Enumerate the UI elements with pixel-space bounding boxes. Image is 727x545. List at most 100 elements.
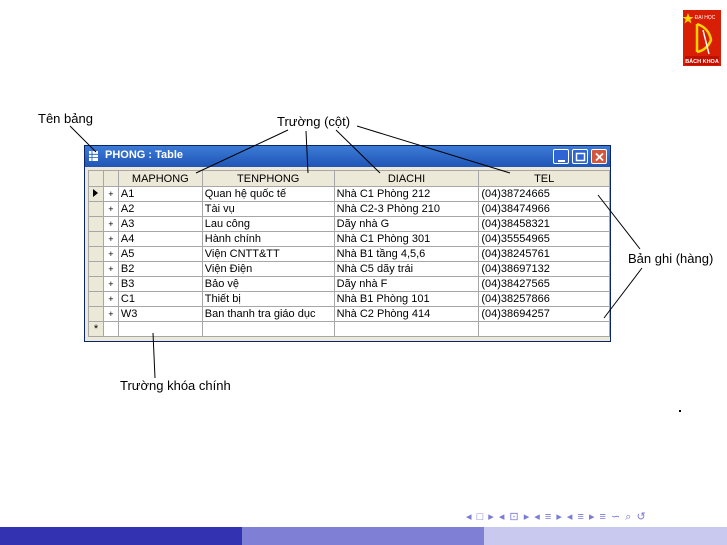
cell-tenphong[interactable]: Tài vụ: [201, 201, 335, 217]
cell-maphong[interactable]: A2: [117, 201, 203, 217]
cell-tenphong[interactable]: Thiết bị: [201, 291, 335, 307]
cell-tenphong[interactable]: Viện CNTT&TT: [201, 246, 335, 262]
cell-tel[interactable]: (04)38427565: [478, 276, 610, 292]
grid-corner[interactable]: [88, 170, 104, 187]
table-name-label: Tên bảng: [38, 111, 93, 126]
cell-tel[interactable]: (04)35554965: [478, 231, 610, 247]
footer-segment-1: [0, 527, 242, 545]
cell-maphong[interactable]: A3: [117, 216, 203, 232]
cell-diachi[interactable]: Nhà C1 Phòng 212: [333, 186, 480, 202]
row-selector[interactable]: [88, 276, 104, 292]
table-icon: [89, 151, 98, 161]
cell-maphong[interactable]: A1: [117, 186, 203, 202]
minimize-icon: [558, 160, 565, 162]
new-record-cell[interactable]: [117, 321, 203, 337]
cell-tenphong[interactable]: Bảo vệ: [201, 276, 335, 292]
cell-tenphong[interactable]: Viện Điện: [201, 261, 335, 277]
new-record-cell[interactable]: [102, 321, 119, 337]
new-record-row[interactable]: *: [88, 321, 610, 337]
logo-text-top: ĐẠI HỌC: [695, 15, 716, 21]
table-row[interactable]: + A2 Tài vụ Nhà C2-3 Phòng 210 (04)38474966: [88, 201, 610, 217]
cell-maphong[interactable]: B2: [117, 261, 203, 277]
expand-row-button[interactable]: +: [102, 306, 119, 322]
cell-tenphong[interactable]: Lau công: [201, 216, 335, 232]
cell-tel[interactable]: (04)38697132: [478, 261, 610, 277]
table-row[interactable]: + A3 Lau công Dãy nhà G (04)38458321: [88, 216, 610, 232]
row-selector[interactable]: [88, 216, 104, 232]
expand-row-button[interactable]: +: [102, 291, 119, 307]
bach-khoa-logo: ĐẠI HỌC BÁCH KHOA: [683, 10, 721, 66]
row-selector[interactable]: [88, 246, 104, 262]
cell-tel[interactable]: (04)38694257: [478, 306, 610, 322]
table-row[interactable]: + B3 Bảo vệ Dãy nhà F (04)38427565: [88, 276, 610, 292]
table-row[interactable]: + A4 Hành chính Nhà C1 Phòng 301 (04)3555496…: [88, 231, 610, 247]
row-selector[interactable]: [88, 186, 104, 202]
column-header-maphong[interactable]: MAPHONG: [117, 170, 203, 187]
cell-tel[interactable]: (04)38724665: [478, 186, 610, 202]
row-selector[interactable]: [88, 306, 104, 322]
cell-diachi[interactable]: Dãy nhà G: [333, 216, 480, 232]
close-icon: [595, 152, 604, 162]
new-record-cell[interactable]: [201, 321, 335, 337]
logo-text-bottom: BÁCH KHOA: [685, 58, 719, 65]
new-record-cell[interactable]: [478, 321, 610, 337]
expand-row-button[interactable]: +: [102, 201, 119, 217]
expand-row-button[interactable]: +: [102, 276, 119, 292]
cell-tenphong[interactable]: Ban thanh tra giáo dục: [201, 306, 335, 322]
cell-maphong[interactable]: A5: [117, 246, 203, 262]
cell-diachi[interactable]: Nhà B1 Phòng 101: [333, 291, 480, 307]
expand-row-button[interactable]: +: [102, 231, 119, 247]
expand-row-button[interactable]: +: [102, 261, 119, 277]
cell-tel[interactable]: (04)38245761: [478, 246, 610, 262]
table-row[interactable]: + B2 Viện Điện Nhà C5 dãy trái (04)38697132: [88, 261, 610, 277]
expander-header: [102, 170, 119, 187]
cell-diachi[interactable]: Nhà C2-3 Phòng 210: [333, 201, 480, 217]
expand-row-button[interactable]: +: [102, 186, 119, 202]
cell-diachi[interactable]: Nhà B1 tầng 4,5,6: [333, 246, 480, 262]
cell-maphong[interactable]: W3: [117, 306, 203, 322]
cell-diachi[interactable]: Nhà C1 Phòng 301: [333, 231, 480, 247]
footer-bar: [0, 527, 727, 545]
record-label: Bản ghi (hàng): [628, 251, 714, 266]
expand-row-button[interactable]: +: [102, 216, 119, 232]
column-header-diachi[interactable]: DIACHI: [333, 170, 480, 187]
row-selector[interactable]: [88, 201, 104, 217]
row-selector[interactable]: [88, 231, 104, 247]
data-grid[interactable]: MAPHONG TENPHONG DIACHI TEL + A1 Quan hệ q…: [88, 170, 610, 337]
beamer-nav-symbols[interactable]: ◂ □ ▸ ◂ ⊡ ▸ ◂ ≡ ▸ ◂ ≡ ▸ ≡ ∽ ⌕ ↺: [466, 510, 647, 524]
primary-key-label: Trường khóa chính: [120, 378, 231, 393]
cell-diachi[interactable]: Dãy nhà F: [333, 276, 480, 292]
cell-tenphong[interactable]: Hành chính: [201, 231, 335, 247]
cell-maphong[interactable]: B3: [117, 276, 203, 292]
table-window[interactable]: PHONG : Table MAPHONG TENPHONG DIACHI TE…: [84, 145, 611, 342]
column-header-tel[interactable]: TEL: [478, 170, 610, 187]
cell-tel[interactable]: (04)38474966: [478, 201, 610, 217]
cell-diachi[interactable]: Nhà C2 Phòng 414: [333, 306, 480, 322]
new-record-icon[interactable]: *: [88, 321, 104, 337]
row-selector[interactable]: [88, 261, 104, 277]
cell-tel[interactable]: (04)38257866: [478, 291, 610, 307]
new-record-cell[interactable]: [333, 321, 480, 337]
footer-segment-2: [242, 527, 484, 545]
current-row-icon: [93, 189, 99, 197]
column-header-tenphong[interactable]: TENPHONG: [201, 170, 335, 187]
maximize-icon: [575, 152, 586, 162]
expand-row-button[interactable]: +: [102, 246, 119, 262]
table-row[interactable]: + A1 Quan hệ quốc tế Nhà C1 Phòng 212 (04)38…: [88, 186, 610, 202]
table-row[interactable]: + C1 Thiết bị Nhà B1 Phòng 101 (04)38257866: [88, 291, 610, 307]
minimize-button[interactable]: [553, 149, 569, 164]
cell-tel[interactable]: (04)38458321: [478, 216, 610, 232]
table-row[interactable]: + W3 Ban thanh tra giáo dục Nhà C2 Phòng 41…: [88, 306, 610, 322]
cell-maphong[interactable]: C1: [117, 291, 203, 307]
close-button[interactable]: [591, 149, 607, 164]
cell-diachi[interactable]: Nhà C5 dãy trái: [333, 261, 480, 277]
table-row[interactable]: + A5 Viện CNTT&TT Nhà B1 tầng 4,5,6 (04)3824…: [88, 246, 610, 262]
footer-segment-3: [484, 527, 727, 545]
field-label: Trường (cột): [277, 114, 351, 129]
window-titlebar[interactable]: PHONG : Table: [85, 146, 610, 167]
row-selector[interactable]: [88, 291, 104, 307]
maximize-button[interactable]: [572, 149, 588, 164]
decorative-dot: [679, 410, 681, 412]
cell-maphong[interactable]: A4: [117, 231, 203, 247]
cell-tenphong[interactable]: Quan hệ quốc tế: [201, 186, 335, 202]
